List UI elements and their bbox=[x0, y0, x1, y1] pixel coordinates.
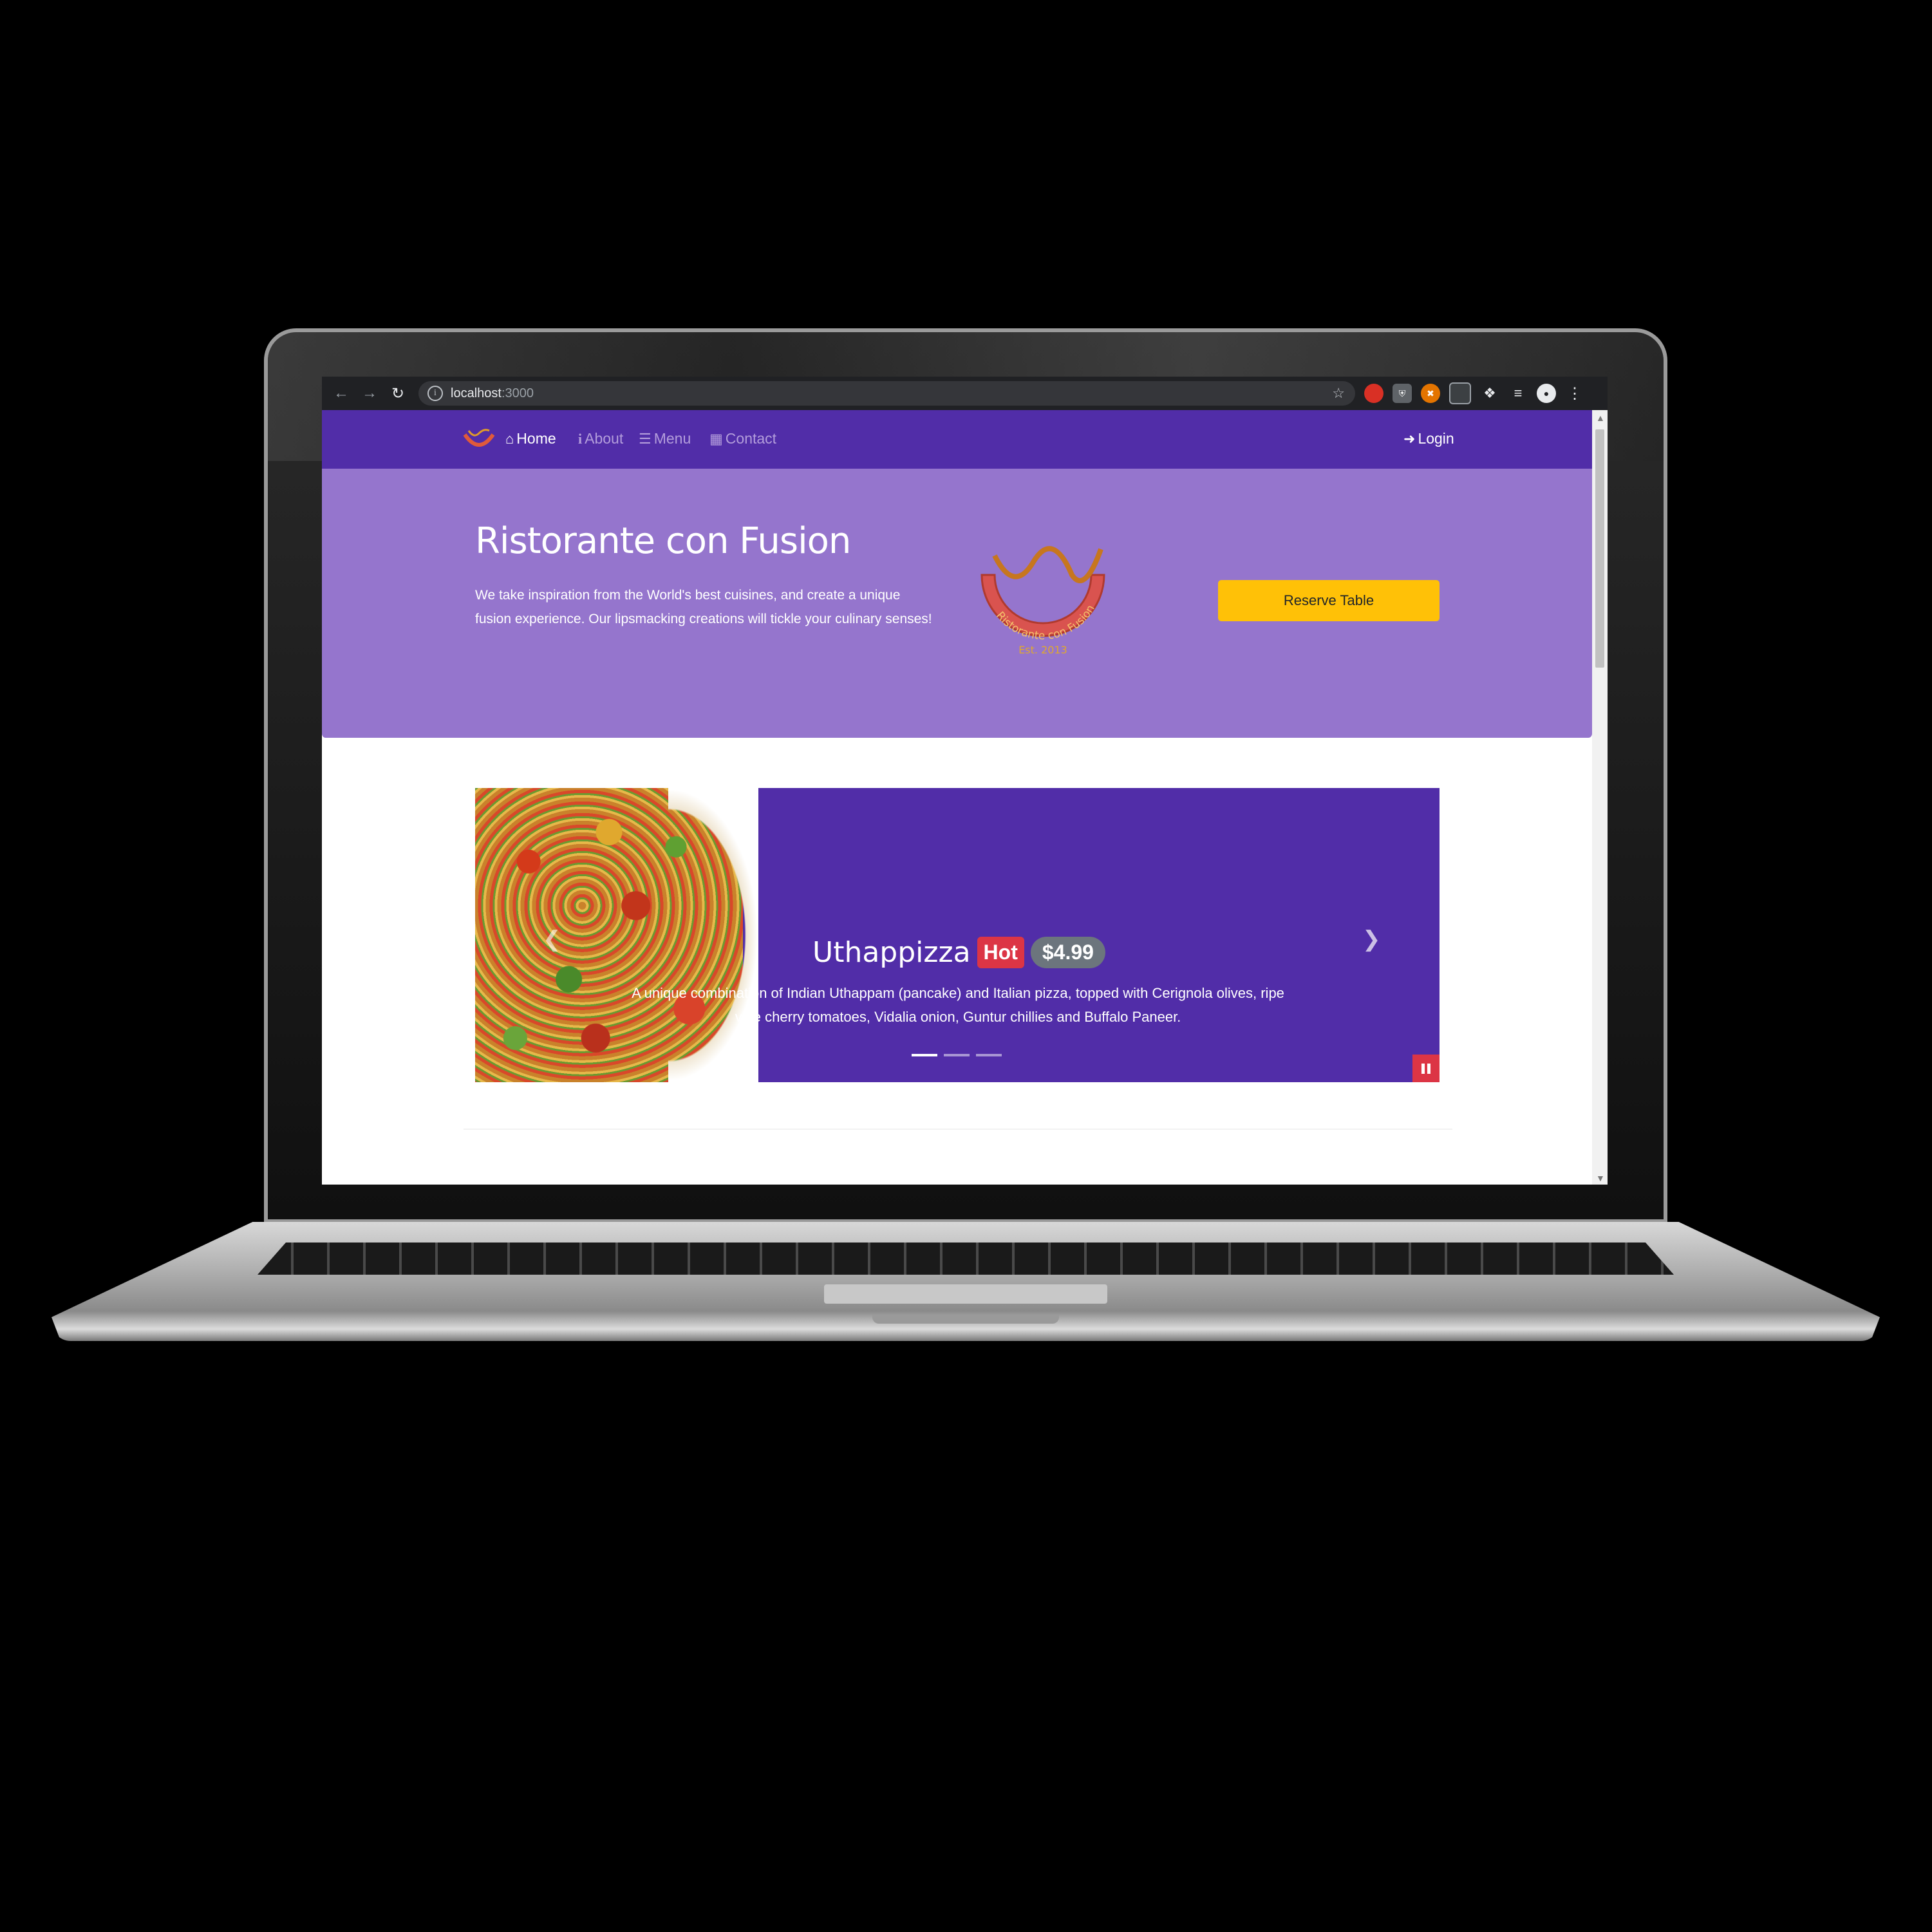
scroll-thumb[interactable] bbox=[1595, 429, 1604, 668]
dish-heading: Uthappizza Hot $4.99 bbox=[812, 936, 1105, 969]
extension-red-icon[interactable] bbox=[1364, 384, 1383, 403]
price-badge: $4.99 bbox=[1030, 937, 1105, 968]
page-scrollbar[interactable]: ▲ ▼ bbox=[1592, 410, 1608, 1185]
login-label: Login bbox=[1418, 430, 1454, 447]
list-icon: ☰ bbox=[639, 430, 652, 447]
nav-menu[interactable]: ☰ Menu bbox=[639, 430, 691, 447]
puzzle-icon[interactable]: ❖ bbox=[1480, 384, 1499, 403]
nav-home-label: Home bbox=[516, 430, 556, 447]
laptop-trackpad bbox=[824, 1284, 1107, 1304]
dish-carousel: ❮ ❯ Uthappizza Hot $4.99 A unique combin… bbox=[475, 788, 1440, 1082]
scroll-up-icon[interactable]: ▲ bbox=[1596, 413, 1605, 423]
hot-badge: Hot bbox=[977, 937, 1024, 968]
chevron-right-icon[interactable]: ❯ bbox=[1362, 926, 1381, 952]
more-menu-icon[interactable]: ⋮ bbox=[1565, 384, 1584, 403]
nav-contact-label: Contact bbox=[725, 430, 777, 447]
browser-toolbar: ← → ↻ i localhost:3000 ☆ ⛨ ✖ ❖ ≡ ● ⋮ bbox=[322, 377, 1608, 410]
star-icon[interactable]: ☆ bbox=[1332, 385, 1345, 402]
dish-description: A unique combination of Indian Uthappam … bbox=[632, 985, 1284, 1025]
extension-box-icon[interactable] bbox=[1449, 382, 1471, 404]
section-divider bbox=[464, 1129, 1452, 1130]
browser-window: ← → ↻ i localhost:3000 ☆ ⛨ ✖ ❖ ≡ ● ⋮ ⌂ H… bbox=[322, 377, 1608, 1185]
restaurant-description: We take inspiration from the World's bes… bbox=[475, 588, 932, 626]
url-host: localhost bbox=[451, 386, 502, 400]
logo-est: Est. 2013 bbox=[1018, 644, 1067, 656]
pause-icon-bar bbox=[1427, 1063, 1430, 1074]
login-button[interactable]: ➜ Login bbox=[1403, 430, 1454, 447]
reserve-table-button[interactable]: Reserve Table bbox=[1218, 580, 1440, 621]
site-navbar: ⌂ Home i About ☰ Menu ▦ Contact ➜ Login bbox=[322, 410, 1592, 469]
info-icon: i bbox=[578, 430, 583, 447]
extension-shield-icon[interactable]: ⛨ bbox=[1393, 384, 1412, 403]
reload-icon[interactable]: ↻ bbox=[384, 384, 412, 403]
laptop-notch bbox=[872, 1315, 1059, 1324]
nav-home[interactable]: ⌂ Home bbox=[505, 430, 556, 447]
site-info-icon[interactable]: i bbox=[427, 386, 443, 401]
url-port: :3000 bbox=[501, 386, 534, 400]
jumbotron: Ristorante con Fusion We take inspiratio… bbox=[322, 469, 1592, 738]
sign-in-icon: ➜ bbox=[1403, 430, 1416, 447]
address-card-icon: ▦ bbox=[709, 430, 723, 447]
carousel-indicator-1[interactable] bbox=[912, 1054, 937, 1056]
extension-orange-icon[interactable]: ✖ bbox=[1421, 384, 1440, 403]
restaurant-logo: Ristorante con Fusion Est. 2013 bbox=[980, 546, 1105, 656]
nav-about-label: About bbox=[585, 430, 624, 447]
carousel-indicator-3[interactable] bbox=[976, 1054, 1002, 1056]
nav-about[interactable]: i About bbox=[578, 430, 623, 447]
dish-name: Uthappizza bbox=[812, 936, 971, 969]
carousel-indicator-2[interactable] bbox=[944, 1054, 970, 1056]
reading-list-icon[interactable]: ≡ bbox=[1508, 384, 1528, 403]
arrow-left-icon[interactable]: ← bbox=[327, 384, 355, 402]
carousel-indicators bbox=[912, 1054, 1002, 1056]
nav-contact[interactable]: ▦ Contact bbox=[709, 430, 776, 447]
nav-menu-label: Menu bbox=[653, 430, 691, 447]
restaurant-title: Ristorante con Fusion bbox=[475, 520, 851, 562]
chevron-left-icon[interactable]: ❮ bbox=[543, 926, 561, 952]
arrow-right-icon[interactable]: → bbox=[355, 384, 384, 402]
address-bar[interactable]: i localhost:3000 ☆ bbox=[418, 381, 1355, 406]
pause-button[interactable] bbox=[1412, 1055, 1440, 1082]
scroll-down-icon[interactable]: ▼ bbox=[1596, 1173, 1605, 1183]
pause-icon bbox=[1421, 1063, 1425, 1074]
laptop-keyboard bbox=[258, 1243, 1674, 1275]
home-icon: ⌂ bbox=[505, 430, 514, 447]
dish-image-edge bbox=[668, 788, 758, 1082]
profile-avatar-icon[interactable]: ● bbox=[1537, 384, 1556, 403]
brand-logo-icon[interactable] bbox=[462, 427, 496, 453]
